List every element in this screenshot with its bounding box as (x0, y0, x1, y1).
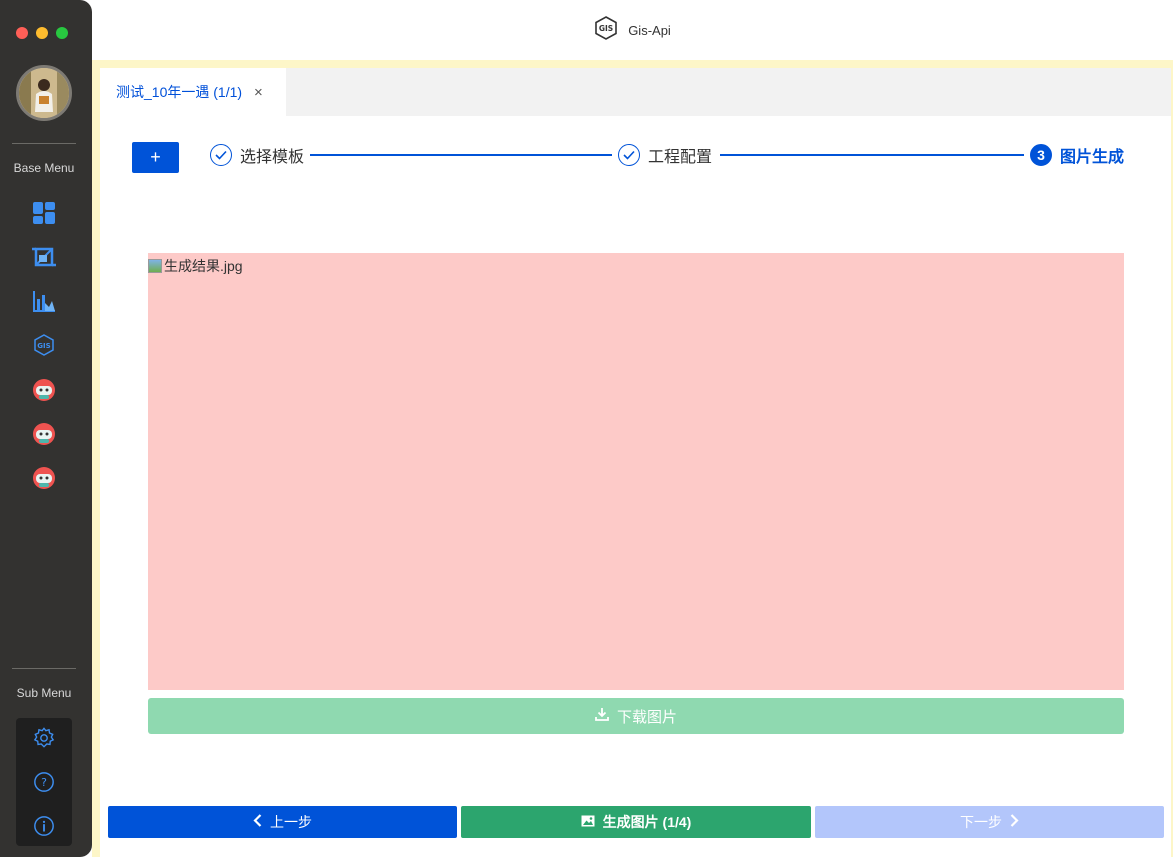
close-window-button[interactable] (16, 27, 28, 39)
next-step-button[interactable]: 下一步 (815, 806, 1164, 838)
maximize-window-button[interactable] (56, 27, 68, 39)
step-image-generate[interactable]: 3 图片生成 (1024, 142, 1125, 168)
chevron-left-icon (253, 814, 262, 830)
minimize-window-button[interactable] (36, 27, 48, 39)
chart-icon[interactable] (31, 288, 57, 314)
main-frame: 测试_10年一遇 (1/1) × + 选择模板 工程配置 3 图片生成 生成结果… (92, 60, 1173, 857)
step-project-config[interactable]: 工程配置 (612, 142, 719, 168)
sub-menu-panel: ? (16, 718, 72, 846)
sidebar-divider (12, 668, 76, 669)
tab-label: 测试_10年一遇 (1/1) (116, 84, 243, 100)
result-image: 生成结果.jpg (148, 253, 1124, 690)
close-icon[interactable]: × (254, 84, 263, 101)
gear-icon[interactable] (32, 726, 56, 750)
window-controls (16, 27, 68, 39)
avatar[interactable] (16, 65, 72, 121)
chevron-right-icon (1010, 814, 1019, 830)
dashboard-icon[interactable] (31, 200, 57, 226)
download-icon (595, 707, 609, 725)
gis-logo-icon: GIS (594, 15, 618, 45)
robot-icon[interactable] (31, 464, 57, 490)
next-step-label: 下一步 (960, 814, 1002, 830)
generate-image-button[interactable]: 生成图片 (1/4) (461, 806, 811, 838)
svg-text:?: ? (41, 776, 47, 789)
sub-menu-label: Sub Menu (16, 686, 72, 700)
svg-text:GIS: GIS (37, 342, 50, 350)
app-title: Gis-Api (628, 22, 671, 38)
robot-icon[interactable] (31, 420, 57, 446)
broken-image-icon (148, 259, 162, 273)
gis-icon[interactable]: GIS (31, 332, 57, 358)
add-button[interactable]: + (132, 142, 179, 173)
image-icon (581, 814, 595, 830)
main-content: 测试_10年一遇 (1/1) × + 选择模板 工程配置 3 图片生成 生成结果… (100, 68, 1171, 857)
crop-icon[interactable] (31, 244, 57, 270)
step-number-badge: 3 (1030, 144, 1052, 166)
check-circle-icon (210, 144, 232, 166)
help-icon[interactable]: ? (32, 770, 56, 794)
prev-step-label: 上一步 (270, 814, 312, 830)
check-circle-icon (618, 144, 640, 166)
download-image-button[interactable]: 下载图片 (148, 698, 1124, 734)
step-connector (720, 154, 1030, 156)
step-label: 选择模板 (240, 149, 305, 166)
step-label: 工程配置 (648, 149, 713, 166)
step-label: 图片生成 (1060, 149, 1125, 166)
tab-bar: 测试_10年一遇 (1/1) × (100, 68, 1171, 116)
tab-active[interactable]: 测试_10年一遇 (1/1) × (100, 68, 286, 116)
base-menu-label: Base Menu (13, 161, 75, 175)
robot-icon[interactable] (31, 376, 57, 402)
title-bar: GIS Gis-Api (92, 0, 1173, 60)
step-connector (310, 154, 612, 156)
generate-image-label: 生成图片 (1/4) (602, 814, 692, 830)
svg-text:GIS: GIS (599, 24, 613, 33)
step-select-template[interactable]: 选择模板 (210, 142, 311, 168)
download-label: 下载图片 (616, 708, 677, 726)
app-window: Base Menu GIS Sub Menu ? GIS Gis-Api 测试_… (0, 0, 1173, 857)
prev-step-button[interactable]: 上一步 (108, 806, 457, 838)
info-icon[interactable] (32, 814, 56, 838)
sidebar: Base Menu GIS Sub Menu ? (0, 0, 92, 857)
steps-progress: 选择模板 工程配置 3 图片生成 (210, 142, 1125, 168)
image-alt-text: 生成结果.jpg (164, 258, 243, 274)
broken-image-alt: 生成结果.jpg (148, 256, 243, 276)
sidebar-divider (12, 143, 76, 144)
